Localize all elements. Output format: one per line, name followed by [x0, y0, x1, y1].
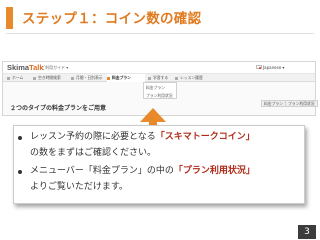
- nav-item-home[interactable]: ホーム: [7, 74, 23, 82]
- nav-item-study[interactable]: 学習する: [148, 74, 168, 82]
- home-icon: [7, 76, 10, 80]
- bullet-item: レッスン予約の際に必要となる「スキマトークコイン」 の数をまずはご確認ください。: [18, 130, 292, 161]
- plan-heading: ２つのタイプの料金プランをご用意: [10, 105, 107, 112]
- pointer-arrow-head: [140, 108, 166, 122]
- bullet-dot-icon: [18, 170, 22, 174]
- pricing-icon: [107, 76, 110, 80]
- calendar-icon: [71, 76, 74, 80]
- slide: ステップ１：コイン数の確認 SkimaTalk ご利用ガイド ▾ Japanes…: [0, 0, 320, 240]
- nav-item-calendar[interactable]: 月間・日別表示: [71, 74, 103, 82]
- page-number: 3: [298, 225, 316, 239]
- pricing-button[interactable]: 料金プラン: [261, 100, 286, 107]
- search-icon: [33, 76, 36, 80]
- instruction-box: レッスン予約の際に必要となる「スキマトークコイン」 の数をまずはご確認ください。 …: [13, 125, 305, 204]
- slide-title: ステップ１：コイン数の確認: [22, 11, 202, 27]
- book-icon: [148, 76, 151, 80]
- nav-item-history[interactable]: レッスン履歴: [175, 74, 203, 82]
- history-icon: [175, 76, 178, 80]
- nav-item-pricing[interactable]: 料金プラン: [107, 74, 145, 82]
- site-logo[interactable]: SkimaTalk: [7, 63, 44, 72]
- nav-item-search[interactable]: 空き時間検索: [33, 74, 61, 82]
- title-accent-bar: [6, 7, 13, 29]
- pricing-dropdown: 料金プラン プラン利用状況: [143, 82, 177, 99]
- site-header: SkimaTalk ご利用ガイド ▾ Japanese ▾: [3, 62, 315, 74]
- japan-flag-icon: [256, 65, 262, 69]
- plan-usage-button[interactable]: プラン利用状況: [285, 100, 318, 107]
- dropdown-item-plan-usage[interactable]: プラン利用状況: [146, 93, 173, 99]
- guide-link[interactable]: ご利用ガイド ▾: [41, 65, 68, 71]
- bullet-item: メニューバー「料金プラン」の中の「プラン利用状況」 よりご覧いただけます。: [18, 164, 292, 195]
- language-select[interactable]: Japanese ▾: [263, 65, 284, 70]
- site-nav-bar: ホーム 空き時間検索 月間・日別表示 料金プラン 学習する レッスン履歴: [3, 74, 315, 82]
- bullet-dot-icon: [18, 136, 22, 140]
- title-divider: [6, 33, 314, 34]
- dropdown-item-pricing[interactable]: 料金プラン: [146, 85, 165, 91]
